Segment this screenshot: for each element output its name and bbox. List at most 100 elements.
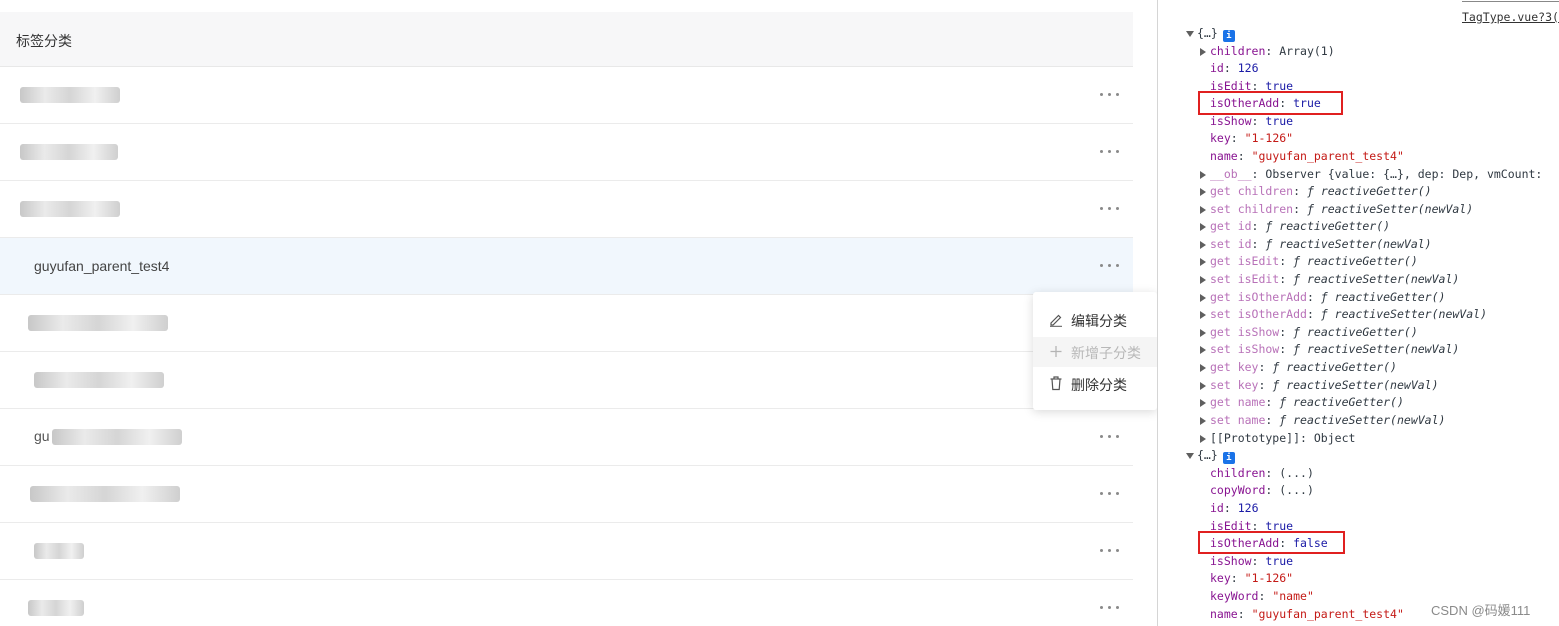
expand-triangle-icon[interactable] bbox=[1200, 188, 1206, 196]
property-row: isShow: true bbox=[1210, 554, 1294, 568]
tag-row[interactable] bbox=[0, 295, 1133, 352]
more-actions-icon[interactable] bbox=[1099, 142, 1121, 160]
expand-triangle-icon[interactable] bbox=[1200, 346, 1206, 354]
property-row: keyWord: "name" bbox=[1210, 589, 1314, 603]
expand-triangle-icon[interactable] bbox=[1200, 258, 1206, 266]
property-value: 126 bbox=[1237, 61, 1259, 75]
expand-triangle-icon[interactable] bbox=[1200, 364, 1206, 372]
property-key: id bbox=[1210, 501, 1224, 515]
accessor-row[interactable]: get name: ƒ reactiveGetter() bbox=[1200, 394, 1404, 411]
tag-row[interactable] bbox=[0, 466, 1133, 523]
accessor-key: get isEdit bbox=[1210, 254, 1280, 268]
accessor-key: set children bbox=[1210, 202, 1294, 216]
expand-triangle-icon[interactable] bbox=[1200, 329, 1206, 337]
expand-triangle-icon[interactable] bbox=[1200, 241, 1206, 249]
accessor-row[interactable]: get key: ƒ reactiveGetter() bbox=[1200, 359, 1397, 376]
accessor-row[interactable]: get children: ƒ reactiveGetter() bbox=[1200, 183, 1432, 200]
more-actions-icon[interactable] bbox=[1099, 598, 1121, 616]
accessor-key: get isShow bbox=[1210, 325, 1280, 339]
accessor-row[interactable]: set isShow: ƒ reactiveSetter(newVal) bbox=[1200, 341, 1459, 358]
accessor-key: get isOtherAdd bbox=[1210, 290, 1307, 304]
accessor-row[interactable]: set isOtherAdd: ƒ reactiveSetter(newVal) bbox=[1200, 306, 1487, 323]
tag-row[interactable] bbox=[0, 352, 1133, 409]
tag-row[interactable] bbox=[0, 523, 1133, 580]
more-actions-icon[interactable] bbox=[1099, 85, 1121, 103]
accessor-row[interactable]: get isOtherAdd: ƒ reactiveGetter() bbox=[1200, 289, 1445, 306]
accessor-row[interactable]: set id: ƒ reactiveSetter(newVal) bbox=[1200, 236, 1432, 253]
accessor-value: reactiveGetter() bbox=[1279, 219, 1391, 233]
more-actions-icon[interactable] bbox=[1099, 541, 1121, 559]
expand-triangle-icon[interactable] bbox=[1200, 48, 1206, 56]
property-row[interactable]: [[Prototype]]: Object bbox=[1200, 430, 1355, 447]
function-symbol: ƒ bbox=[1293, 272, 1301, 286]
function-symbol: ƒ bbox=[1293, 325, 1301, 339]
info-icon[interactable]: i bbox=[1222, 452, 1235, 464]
add-subcategory-menu-item[interactable]: 新增子分类 bbox=[1033, 337, 1157, 367]
collapse-triangle-icon[interactable] bbox=[1186, 453, 1194, 459]
accessor-key: get name bbox=[1210, 395, 1266, 409]
expand-triangle-icon[interactable] bbox=[1200, 399, 1206, 407]
blurred-tag-name bbox=[20, 201, 120, 217]
property-value: true bbox=[1265, 554, 1294, 568]
tag-category-panel: 标签分类 guyufan_parent_test4 gu 编辑分类 新增子分类 … bbox=[0, 0, 1157, 626]
accessor-value: reactiveSetter(newVal) bbox=[1279, 237, 1432, 251]
tag-row[interactable] bbox=[0, 580, 1133, 626]
tag-row[interactable] bbox=[0, 181, 1133, 238]
accessor-row[interactable]: get id: ƒ reactiveGetter() bbox=[1200, 218, 1390, 235]
info-icon[interactable]: i bbox=[1222, 30, 1235, 42]
expand-triangle-icon[interactable] bbox=[1200, 417, 1206, 425]
accessor-value: reactiveSetter(newVal) bbox=[1306, 342, 1460, 356]
plus-icon bbox=[1050, 346, 1062, 357]
accessor-row[interactable]: set children: ƒ reactiveSetter(newVal) bbox=[1200, 201, 1473, 218]
property-row[interactable]: children: (...) bbox=[1210, 465, 1314, 482]
delete-category-menu-item[interactable]: 删除分类 bbox=[1033, 369, 1157, 399]
property-value: "name" bbox=[1272, 589, 1314, 603]
tag-row-selected[interactable]: guyufan_parent_test4 bbox=[0, 238, 1133, 295]
property-key: copyWord bbox=[1210, 483, 1266, 497]
accessor-key: set key bbox=[1210, 378, 1259, 392]
expand-triangle-icon[interactable] bbox=[1200, 435, 1206, 443]
property-row: key: "1-126" bbox=[1210, 571, 1294, 585]
expand-triangle-icon[interactable] bbox=[1200, 223, 1206, 231]
property-row[interactable]: copyWord: (...) bbox=[1210, 482, 1314, 499]
object-header-row[interactable]: {…} i bbox=[1186, 25, 1235, 42]
expand-triangle-icon[interactable] bbox=[1200, 311, 1206, 319]
more-actions-icon[interactable] bbox=[1099, 427, 1121, 445]
highlight-box bbox=[1198, 91, 1343, 115]
more-actions-icon[interactable] bbox=[1099, 199, 1121, 217]
expand-triangle-icon[interactable] bbox=[1200, 206, 1206, 214]
tag-row[interactable] bbox=[0, 124, 1133, 181]
accessor-row[interactable]: set key: ƒ reactiveSetter(newVal) bbox=[1200, 377, 1439, 394]
collapse-triangle-icon[interactable] bbox=[1186, 31, 1194, 37]
accessor-row[interactable]: get isEdit: ƒ reactiveGetter() bbox=[1200, 253, 1418, 270]
accessor-row[interactable]: get isShow: ƒ reactiveGetter() bbox=[1200, 324, 1418, 341]
accessor-row[interactable]: set isEdit: ƒ reactiveSetter(newVal) bbox=[1200, 271, 1459, 288]
accessor-value: reactiveSetter(newVal) bbox=[1286, 378, 1439, 392]
expand-triangle-icon[interactable] bbox=[1200, 382, 1206, 390]
source-file-link[interactable]: TagType.vue?3( bbox=[1462, 10, 1559, 24]
accessor-value: reactiveSetter(newVal) bbox=[1334, 307, 1487, 321]
function-symbol: ƒ bbox=[1320, 290, 1328, 304]
accessor-row[interactable]: set name: ƒ reactiveSetter(newVal) bbox=[1200, 412, 1445, 429]
more-actions-icon[interactable] bbox=[1099, 484, 1121, 502]
delete-category-label: 删除分类 bbox=[1071, 377, 1127, 393]
property-row[interactable]: __ob__: Observer {value: {…}, dep: Dep, … bbox=[1200, 166, 1542, 183]
expand-triangle-icon[interactable] bbox=[1200, 294, 1206, 302]
blurred-tag-name bbox=[20, 87, 120, 103]
property-key: name bbox=[1210, 149, 1238, 163]
expand-triangle-icon[interactable] bbox=[1200, 171, 1206, 179]
edit-category-menu-item[interactable]: 编辑分类 bbox=[1033, 305, 1157, 335]
function-symbol: ƒ bbox=[1293, 342, 1301, 356]
more-actions-icon[interactable] bbox=[1099, 256, 1121, 274]
property-key: keyWord bbox=[1210, 589, 1259, 603]
accessor-key: set isEdit bbox=[1210, 272, 1280, 286]
tag-row[interactable] bbox=[0, 67, 1133, 124]
tag-row[interactable]: gu bbox=[0, 409, 1133, 466]
object-header-row[interactable]: {…} i bbox=[1186, 447, 1235, 464]
property-row[interactable]: children: Array(1) bbox=[1200, 43, 1335, 60]
property-row: name: "guyufan_parent_test4" bbox=[1210, 607, 1404, 621]
property-value: "1-126" bbox=[1244, 131, 1294, 145]
highlight-box bbox=[1198, 531, 1345, 554]
expand-triangle-icon[interactable] bbox=[1200, 276, 1206, 284]
trash-icon bbox=[1050, 376, 1062, 391]
